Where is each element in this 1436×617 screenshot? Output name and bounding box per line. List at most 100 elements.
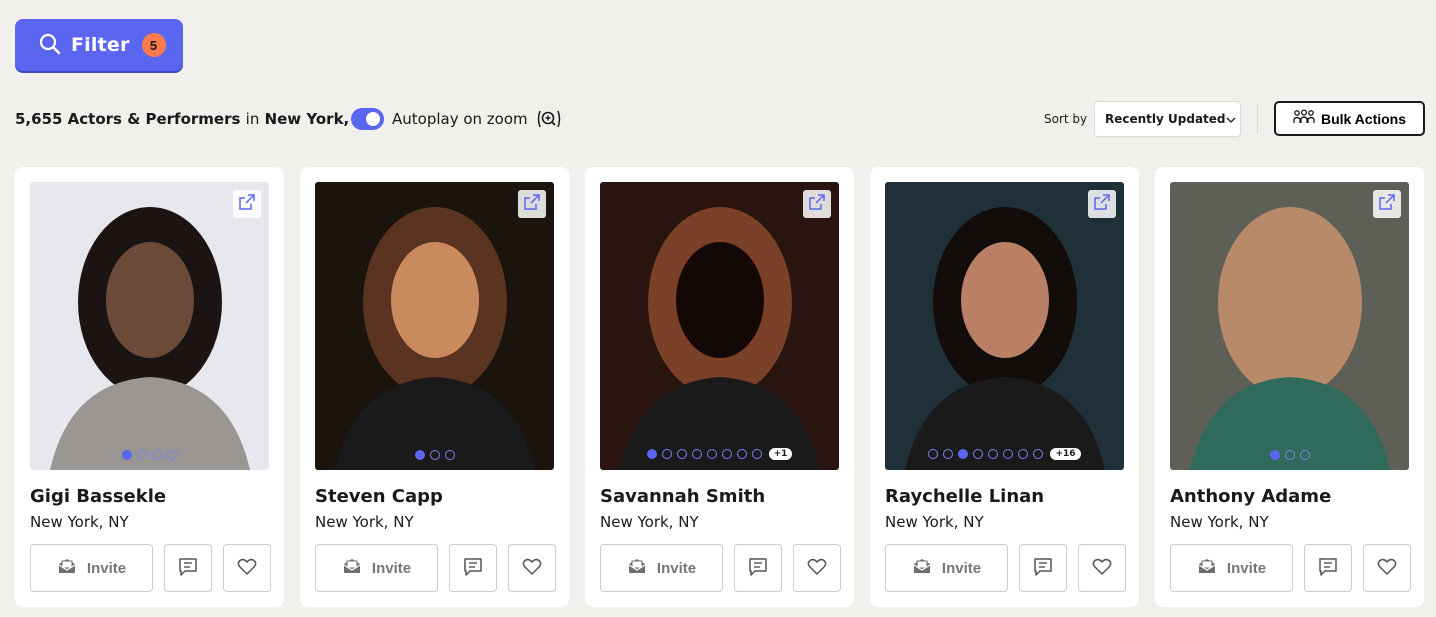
carousel-dot[interactable] xyxy=(1299,450,1310,460)
message-button[interactable] xyxy=(164,544,212,592)
results-summary: 5,655 Actors & Performers in New York, N… xyxy=(15,110,378,128)
favorite-button[interactable] xyxy=(1078,544,1126,592)
bulk-actions-label: Bulk Actions xyxy=(1320,110,1407,127)
headshot-image xyxy=(30,182,269,470)
heart-icon xyxy=(522,558,542,579)
autoplay-control[interactable]: Autoplay on zoom xyxy=(351,108,562,130)
carousel-dot[interactable] xyxy=(414,450,425,460)
talent-name: Steven Capp xyxy=(315,486,443,507)
carousel-dot[interactable] xyxy=(1284,450,1295,460)
headshot-image xyxy=(1170,182,1409,470)
envelope-icon xyxy=(1197,557,1217,579)
carousel-dot[interactable] xyxy=(988,449,999,459)
talent-grid: Gigi Bassekle New York, NY Invite Steven… xyxy=(15,167,1424,607)
headshot-image xyxy=(600,182,839,470)
favorite-button[interactable] xyxy=(1363,544,1411,592)
talent-name: Savannah Smith xyxy=(600,486,766,507)
favorite-button[interactable] xyxy=(508,544,556,592)
talent-card[interactable]: Gigi Bassekle New York, NY Invite xyxy=(15,167,284,607)
carousel-dot[interactable] xyxy=(928,449,939,459)
carousel-dot[interactable] xyxy=(429,450,440,460)
carousel-dot[interactable] xyxy=(444,450,455,460)
invite-button[interactable]: Invite xyxy=(315,544,438,592)
carousel-dot[interactable] xyxy=(137,450,147,460)
bulk-actions-button[interactable]: Bulk Actions xyxy=(1274,101,1425,136)
carousel-dot[interactable] xyxy=(661,449,672,459)
headshot-photo[interactable]: +1 xyxy=(600,182,839,470)
headshot-photo[interactable] xyxy=(30,182,269,470)
talent-card[interactable]: Anthony Adame New York, NY Invite xyxy=(1155,167,1424,607)
carousel-dots xyxy=(315,450,554,460)
talent-name: Gigi Bassekle xyxy=(30,486,167,507)
headshot-photo[interactable]: +16 xyxy=(885,182,1124,470)
envelope-icon xyxy=(912,557,932,579)
carousel-dot[interactable] xyxy=(1033,449,1044,459)
invite-button[interactable]: Invite xyxy=(1170,544,1293,592)
carousel-dot[interactable] xyxy=(721,449,732,459)
carousel-dot[interactable] xyxy=(751,449,762,459)
carousel-dot[interactable] xyxy=(973,449,984,459)
open-external-button[interactable] xyxy=(1088,190,1116,218)
carousel-dots: +1 xyxy=(600,448,839,460)
carousel-dot[interactable] xyxy=(706,449,717,459)
talent-location: New York, NY xyxy=(600,513,699,531)
invite-button[interactable]: Invite xyxy=(600,544,723,592)
carousel-dot[interactable] xyxy=(676,449,687,459)
card-actions: Invite xyxy=(1170,544,1411,592)
filter-label: Filter xyxy=(71,34,130,56)
carousel-dot[interactable] xyxy=(1003,449,1014,459)
invite-label: Invite xyxy=(86,559,127,577)
invite-button[interactable]: Invite xyxy=(30,544,153,592)
heart-icon xyxy=(1377,558,1397,579)
carousel-dot[interactable] xyxy=(167,450,177,460)
invite-label: Invite xyxy=(1226,559,1267,577)
favorite-button[interactable] xyxy=(223,544,271,592)
carousel-dot[interactable] xyxy=(122,450,132,460)
carousel-dot[interactable] xyxy=(1018,449,1029,459)
talent-location: New York, NY xyxy=(1170,513,1269,531)
carousel-dot[interactable] xyxy=(958,449,969,459)
external-link-icon xyxy=(1379,194,1395,214)
open-external-button[interactable] xyxy=(1373,190,1401,218)
filter-count-badge: 5 xyxy=(141,33,166,57)
card-actions: Invite xyxy=(885,544,1126,592)
favorite-button[interactable] xyxy=(793,544,841,592)
open-external-button[interactable] xyxy=(803,190,831,218)
carousel-dot[interactable] xyxy=(736,449,747,459)
headshot-photo[interactable] xyxy=(1170,182,1409,470)
external-link-icon xyxy=(1094,194,1110,214)
carousel-dots: +16 xyxy=(885,448,1124,460)
card-actions: Invite xyxy=(30,544,271,592)
external-link-icon xyxy=(809,194,825,214)
headshot-image xyxy=(885,182,1124,470)
message-button[interactable] xyxy=(449,544,497,592)
sort-selected-value: Recently Updated xyxy=(1105,112,1226,126)
external-link-icon xyxy=(524,194,540,214)
message-icon xyxy=(463,557,483,580)
message-button[interactable] xyxy=(1304,544,1352,592)
carousel-dot[interactable] xyxy=(1269,450,1280,460)
talent-card[interactable]: +1 Savannah Smith New York, NY Invite xyxy=(585,167,854,607)
message-icon xyxy=(1318,557,1338,580)
talent-card[interactable]: +16 Raychelle Linan New York, NY Invite xyxy=(870,167,1139,607)
invite-button[interactable]: Invite xyxy=(885,544,1008,592)
headshot-photo[interactable] xyxy=(315,182,554,470)
heart-icon xyxy=(807,558,827,579)
carousel-dot[interactable] xyxy=(691,449,702,459)
sort-select[interactable]: Recently Updated xyxy=(1094,101,1241,137)
open-external-button[interactable] xyxy=(233,190,261,218)
talent-location: New York, NY xyxy=(885,513,984,531)
message-button[interactable] xyxy=(734,544,782,592)
message-button[interactable] xyxy=(1019,544,1067,592)
message-icon xyxy=(748,557,768,580)
talent-name: Raychelle Linan xyxy=(885,486,1045,507)
autoplay-toggle[interactable] xyxy=(351,108,384,130)
message-icon xyxy=(1033,557,1053,580)
carousel-dot[interactable] xyxy=(152,450,162,460)
open-external-button[interactable] xyxy=(518,190,546,218)
filter-button[interactable]: Filter 5 xyxy=(15,19,183,71)
carousel-dot[interactable] xyxy=(943,449,954,459)
carousel-dot[interactable] xyxy=(646,449,657,459)
talent-card[interactable]: Steven Capp New York, NY Invite xyxy=(300,167,569,607)
heart-icon xyxy=(1092,558,1112,579)
